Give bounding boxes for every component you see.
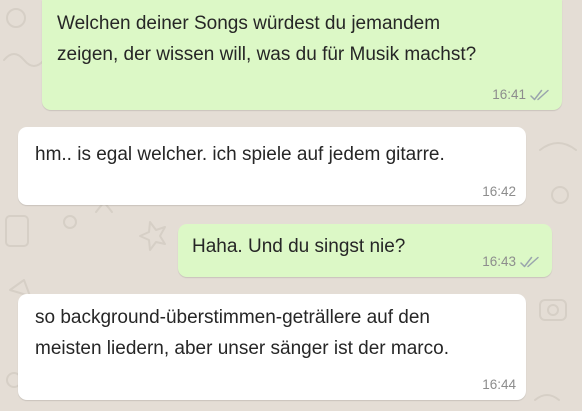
message-bubble-incoming[interactable]: hm.. is egal welcher. ich spiele auf jed… — [18, 127, 526, 205]
message-text: Welchen deiner Songs würdest du jemandem… — [57, 13, 477, 65]
message-timestamp: 16:44 — [482, 377, 516, 392]
double-check-icon — [530, 89, 549, 101]
message-text: hm.. is egal welcher. ich spiele auf jed… — [35, 144, 445, 165]
message-meta: 16:44 — [482, 377, 516, 393]
message-bubble-outgoing[interactable]: Welchen deiner Songs würdest du jemandem… — [42, 0, 562, 110]
message-meta: 16:43 — [482, 254, 540, 270]
message-bubble-outgoing[interactable]: Haha. Und du singst nie? 16:43 — [178, 224, 552, 277]
message-timestamp: 16:43 — [482, 254, 516, 269]
message-timestamp: 16:41 — [492, 87, 526, 102]
message-text: so background-überstimmen-geträllere auf… — [35, 307, 449, 359]
message-meta: 16:42 — [482, 184, 516, 200]
message-meta: 16:41 — [492, 87, 550, 103]
double-check-icon — [520, 256, 539, 268]
message-bubble-incoming[interactable]: so background-überstimmen-geträllere auf… — [18, 294, 526, 400]
message-timestamp: 16:42 — [482, 184, 516, 199]
